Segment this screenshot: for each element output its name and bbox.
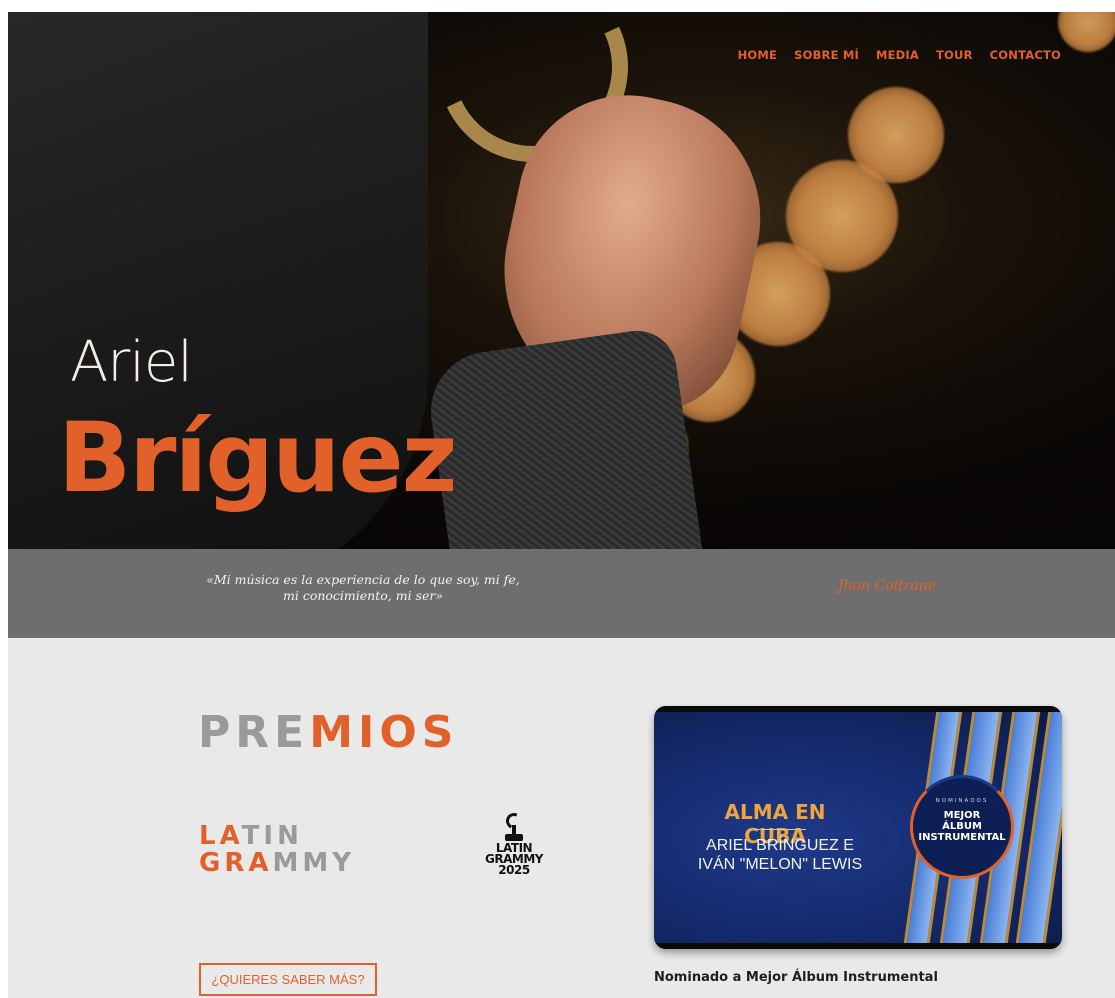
album-divider [754,829,806,830]
latin-grammy-2025-logo: LATIN GRAMMY 2025 [480,810,548,876]
awards-section: PREMIOS LATIN GRAMMY LATIN GRAMMY 2025 ¿… [8,638,1115,998]
quote-author: Jhon Coltrane [838,578,937,594]
hero-banner: HOME SOBRE MÍ MEDIA TOUR CONTACTO Ariel … [8,12,1115,549]
artist-last-name: Bríguez [58,402,457,514]
nav-media[interactable]: MEDIA [876,48,919,62]
album-artists: ARIEL BRÍNGUEZ E IVÁN "MELON" LEWIS [697,837,863,873]
nav-sobre-mi[interactable]: SOBRE MÍ [794,48,859,62]
quote-text: «Mi música es la experiencia de lo que s… [206,572,520,603]
artist-first-name: Ariel [70,330,193,395]
album-nomination-card[interactable]: NOMINADOS MEJOR ÁLBUM INSTRUMENTAL ALMA … [654,706,1062,949]
quote-band: «Mi música es la experiencia de lo que s… [8,549,1115,638]
gramophone-icon [503,810,525,841]
nomination-caption: Nominado a Mejor Álbum Instrumental [654,970,938,985]
nav-home[interactable]: HOME [738,48,778,62]
nav-tour[interactable]: TOUR [936,48,973,62]
awards-title: PREMIOS [198,707,459,758]
nav-contacto[interactable]: CONTACTO [990,48,1061,62]
tweed-sleeve-shape [423,325,703,549]
page: HOME SOBRE MÍ MEDIA TOUR CONTACTO Ariel … [0,0,1115,998]
main-nav: HOME SOBRE MÍ MEDIA TOUR CONTACTO [738,48,1061,62]
latin-grammy-wordmark: LATIN GRAMMY [199,821,356,878]
nomination-badge: NOMINADOS MEJOR ÁLBUM INSTRUMENTAL [910,775,1014,879]
more-info-button[interactable]: ¿QUIERES SABER MÁS? [199,963,377,996]
